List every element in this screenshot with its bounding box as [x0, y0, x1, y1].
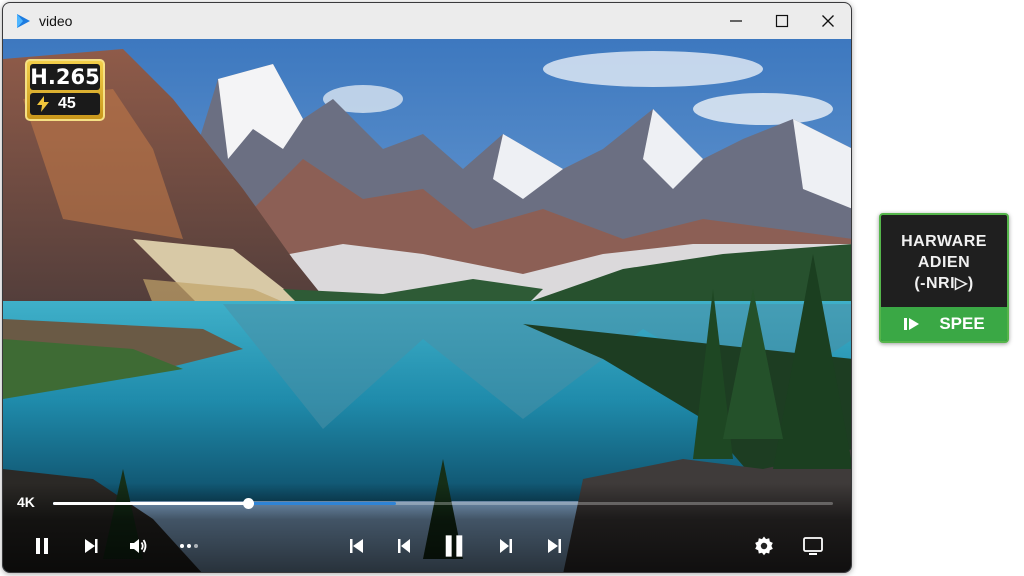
- close-button[interactable]: [805, 3, 851, 39]
- more-button[interactable]: [176, 533, 202, 559]
- minimize-icon: [730, 20, 742, 22]
- settings-button[interactable]: [751, 533, 777, 559]
- hw-line-1: HARWARE: [901, 233, 987, 250]
- app-play-icon: [17, 14, 30, 28]
- play-pause-button[interactable]: [440, 532, 468, 560]
- next-chapter-button[interactable]: [493, 533, 519, 559]
- hardware-acceleration-badge: HARWARE ADIEN (-NRI▷) SPEE: [879, 213, 1009, 343]
- skip-start-icon: [350, 539, 363, 553]
- title-bar[interactable]: video: [3, 3, 851, 39]
- settings-icon: [755, 536, 773, 556]
- more-icon: [180, 544, 198, 548]
- cast-icon: [803, 537, 823, 555]
- codec-value: 45: [58, 95, 76, 112]
- skip-start-button[interactable]: [344, 533, 370, 559]
- hw-line-2: ADIEN: [917, 254, 971, 271]
- pause-button[interactable]: [29, 533, 55, 559]
- hw-badge-footer: SPEE: [881, 307, 1007, 341]
- next-button[interactable]: [78, 533, 104, 559]
- codec-label: H.265: [30, 64, 100, 90]
- next-icon: [500, 539, 512, 553]
- skip-end-icon: [548, 539, 561, 553]
- volume-icon: [130, 539, 147, 553]
- volume-button[interactable]: [125, 533, 151, 559]
- seek-played: [53, 502, 248, 505]
- maximize-button[interactable]: [759, 3, 805, 39]
- pause-icon: [36, 538, 48, 554]
- hw-line-3: (-NRI▷): [914, 275, 974, 292]
- minimize-button[interactable]: [713, 3, 759, 39]
- skip-end-button[interactable]: [541, 533, 567, 559]
- close-icon: [822, 15, 834, 27]
- lightning-icon: [37, 96, 49, 112]
- seek-handle[interactable]: [243, 498, 254, 509]
- hw-footer-label: SPEE: [939, 314, 985, 333]
- next-icon: [85, 539, 98, 553]
- window-title: video: [39, 13, 73, 29]
- seek-bar[interactable]: [53, 498, 833, 509]
- previous-icon: [398, 539, 410, 553]
- maximize-icon: [775, 14, 789, 28]
- quality-label[interactable]: 4K: [17, 494, 35, 510]
- cast-button[interactable]: [800, 533, 826, 559]
- pause-icon: [445, 535, 463, 557]
- previous-button[interactable]: [391, 533, 417, 559]
- video-player-window: video H.265 45 4K: [2, 2, 852, 573]
- video-area[interactable]: H.265 45 4K: [3, 39, 851, 572]
- codec-badge: H.265 45: [25, 59, 105, 121]
- codec-value-row: 45: [30, 93, 100, 115]
- hw-badge-text: HARWARE ADIEN (-NRI▷): [881, 215, 1007, 307]
- player-controls: 4K: [3, 483, 851, 572]
- play-forward-icon: [904, 318, 920, 330]
